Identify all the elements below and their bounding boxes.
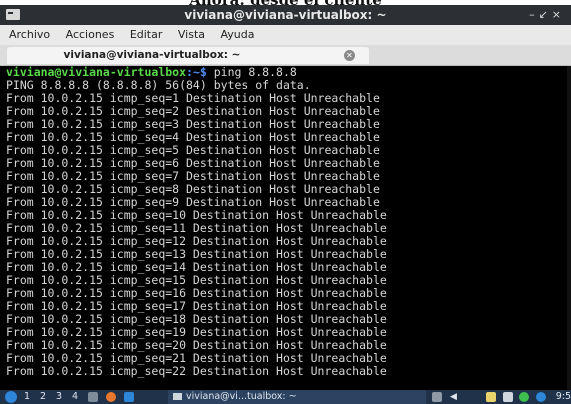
terminal-task-icon [173,393,182,400]
network-icon[interactable] [519,392,529,402]
minimize-icon[interactable]: – [529,8,539,21]
menubar: Archivo Acciones Editar Vista Ayuda [0,25,571,45]
menu-archivo[interactable]: Archivo [9,25,50,45]
display-icon[interactable] [503,392,513,402]
tab-label: viviana@viviana-virtualbox: ~ [63,49,241,61]
taskbar: 1 2 3 4 viviana@vi...tualbox: ~ ◀ 9:5 [0,390,571,404]
tab-close-icon[interactable]: ✕ [344,50,355,61]
tab-terminal[interactable]: viviana@viviana-virtualbox: ~ ✕ [7,47,369,64]
window-title: viviana@viviana-virtualbox: ~ [184,8,387,22]
output-lines: PING 8.8.8.8 (8.8.8.8) 56(84) bytes of d… [0,79,571,378]
tab-bar: viviana@viviana-virtualbox: ~ ✕ [0,45,571,66]
clipboard-icon[interactable] [486,392,496,402]
update-icon[interactable] [536,392,546,402]
tray-app-icon[interactable] [432,392,442,402]
workspace-2[interactable]: 2 [40,390,46,404]
taskbar-task-label: viviana@vi...tualbox: ~ [186,391,297,402]
restore-icon[interactable]: ↙ [539,8,552,21]
terminal-output[interactable]: viviana@viviana-virtualbox:~$ ping 8.8.8… [0,66,571,390]
screenshot: Ahora: desde el cliente viviana@viviana-… [0,0,571,404]
clock: 9:5 [555,391,571,402]
terminal-scrollbar[interactable] [567,66,571,390]
files-icon[interactable] [124,392,134,402]
close-icon[interactable]: × [552,8,565,21]
file-manager-icon[interactable] [88,392,98,402]
terminal-line: From 10.0.2.15 icmp_seq=22 Destination H… [6,364,387,378]
workspace-3[interactable]: 3 [56,390,62,404]
menu-editar[interactable]: Editar [130,25,163,45]
taskbar-terminal-task[interactable]: viviana@vi...tualbox: ~ [168,390,426,404]
menu-acciones[interactable]: Acciones [66,25,115,45]
firefox-icon[interactable] [106,392,116,402]
volume-icon[interactable]: ◀ [450,392,460,402]
menu-vista[interactable]: Vista [178,25,205,45]
workspace-1[interactable]: 1 [24,390,30,404]
window-controls[interactable]: –↙× [529,5,565,25]
workspace-4[interactable]: 4 [72,390,78,404]
start-menu-icon[interactable] [5,391,17,403]
window-titlebar[interactable]: viviana@viviana-virtualbox: ~ –↙× [0,5,571,25]
menu-ayuda[interactable]: Ayuda [221,25,255,45]
